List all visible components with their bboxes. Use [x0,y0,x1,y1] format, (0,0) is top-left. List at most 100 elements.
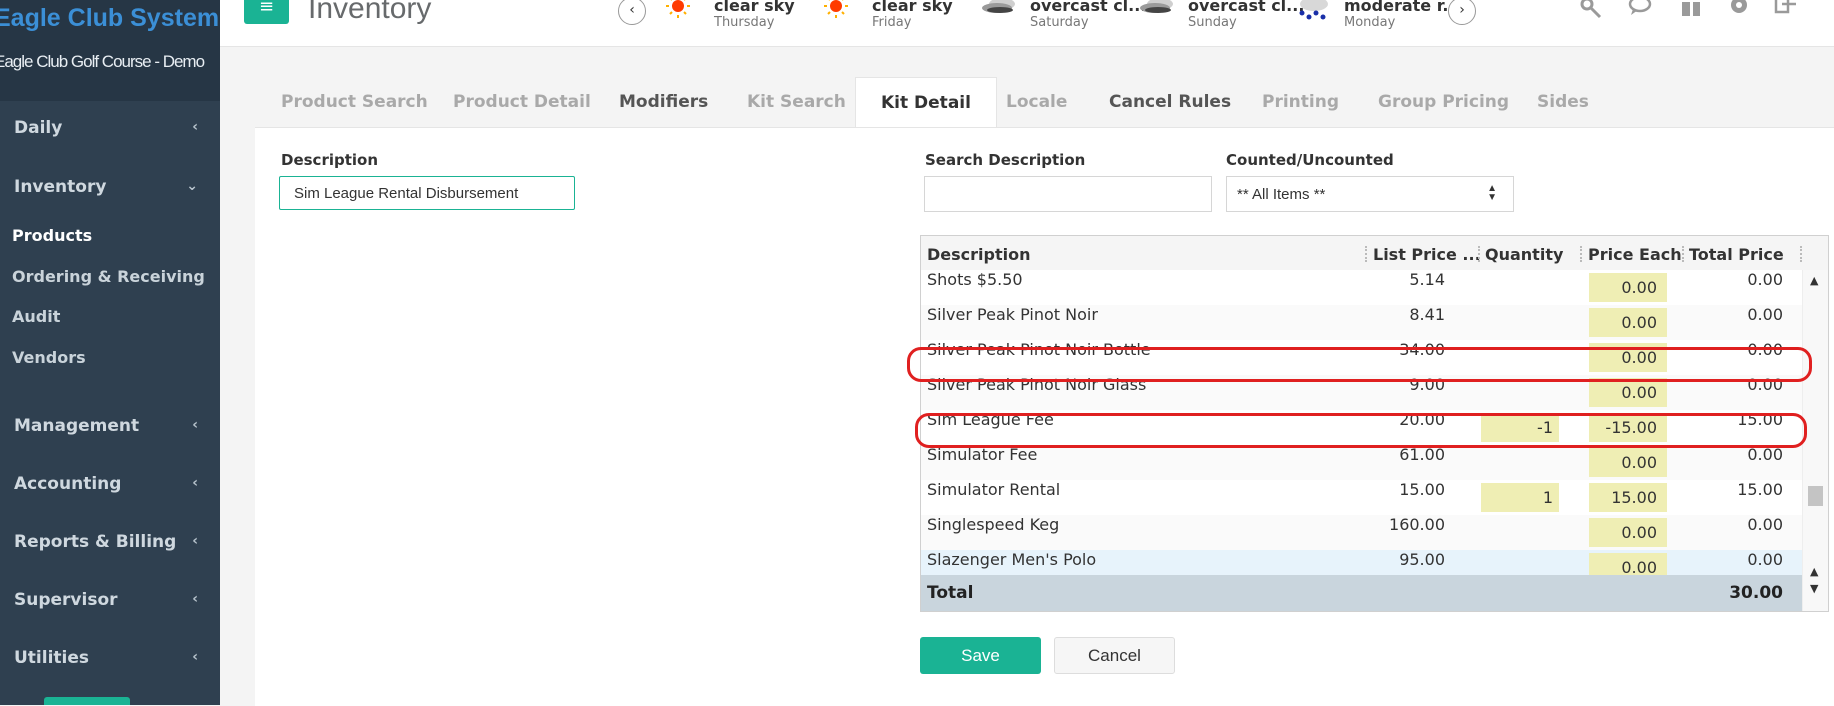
weather-condition: clear sky [714,0,795,15]
sidebar-subitem-audit[interactable]: Audit [12,307,60,326]
club-name: Eagle Club Golf Course - Demo [0,52,205,71]
chevron-left-icon: ‹ [192,475,198,491]
select-arrows-icon: ▲ ▼ [1487,183,1497,203]
counted-uncounted-select[interactable]: ** All Items ** ▲ ▼ [1226,176,1514,212]
column-header-description[interactable]: Description [927,245,1030,264]
cancel-button[interactable]: Cancel [1054,637,1175,674]
weather-prev-button[interactable]: ‹ [618,0,646,25]
sun-icon [824,0,848,18]
cell-quantity[interactable]: 1 [1481,483,1559,512]
weather-day-name: Saturday [1030,15,1089,30]
cell-total-price: 0.00 [1747,270,1783,289]
tab-cancel-rules[interactable]: Cancel Rules [1109,77,1231,128]
sidebar-subitem-ordering-receiving[interactable]: Ordering & Receiving [12,267,205,286]
gear-icon[interactable] [1726,0,1752,22]
column-separator[interactable] [1800,246,1804,262]
chevron-left-icon: ‹ [192,119,198,135]
sidebar-item-daily[interactable]: Daily ‹ [0,110,220,150]
sidebar-item-label: Utilities [14,648,90,668]
column-header-quantity[interactable]: Quantity [1485,245,1563,264]
sidebar-subitem-products[interactable]: Products [12,226,92,245]
sidebar-item-supervisor[interactable]: Supervisor ‹ [0,582,220,622]
sidebar-subitem-vendors[interactable]: Vendors [12,348,86,367]
tab-kit-search[interactable]: Kit Search [747,77,846,128]
sidebar-item-label: Accounting [14,474,122,494]
column-header-total-price[interactable]: Total Price [1689,245,1784,264]
cell-price-each[interactable]: 0.00 [1589,343,1667,372]
gift-icon[interactable] [1678,0,1704,22]
cell-description: Silver Peak Pinot Noir Glass [927,375,1147,394]
cloud-icon [982,0,1015,13]
tab-printing[interactable]: Printing [1262,77,1339,128]
sidebar-action-button[interactable] [44,697,130,705]
save-button[interactable]: Save [920,637,1041,674]
tab-product-search[interactable]: Product Search [281,77,428,128]
scroll-up-icon[interactable]: ▲ [1810,274,1818,287]
key-icon[interactable] [1578,0,1604,22]
table-row[interactable]: Silver Peak Pinot Noir Bottle 34.00 0.00… [921,340,1802,376]
scroll-up-icon[interactable]: ▲ [1810,565,1818,578]
cell-description: Simulator Rental [927,480,1061,499]
scrollbar-thumb[interactable] [1808,486,1823,506]
weather-condition: overcast cl... [1188,0,1305,15]
table-row[interactable]: Simulator Fee 61.00 0.00 0.00 [921,445,1802,481]
cell-quantity[interactable]: -1 [1481,413,1559,442]
table-row[interactable]: Simulator Rental 15.00 1 15.00 15.00 [921,480,1802,516]
cloud-icon [1140,0,1173,13]
sidebar-item-accounting[interactable]: Accounting ‹ [0,466,220,506]
column-header-list-price[interactable]: List Price ... [1373,245,1481,264]
sidebar-item-management[interactable]: Management ‹ [0,408,220,448]
chat-icon[interactable] [1628,0,1654,22]
column-separator[interactable] [1478,246,1482,262]
cell-list-price: 34.00 [1399,340,1445,359]
cell-price-each[interactable]: 0.00 [1589,448,1667,477]
cell-price-each[interactable]: 0.00 [1589,518,1667,547]
weather-condition: overcast cl... [1030,0,1147,15]
chevron-left-icon: ‹ [192,533,198,549]
logout-icon[interactable] [1772,0,1798,22]
sidebar-item-reports-billing[interactable]: Reports & Billing ‹ [0,524,220,564]
table-row[interactable]: Shots $5.50 5.14 0.00 0.00 [921,270,1802,306]
kit-items-grid: Description List Price ... Quantity Pric… [920,235,1829,612]
weather-next-button[interactable]: › [1448,0,1476,25]
table-row[interactable]: Silver Peak Pinot Noir Glass 9.00 0.00 0… [921,375,1802,411]
cell-total-price: 15.00 [1737,410,1783,429]
table-row[interactable]: Singlespeed Keg 160.00 0.00 0.00 [921,515,1802,551]
search-description-input[interactable] [924,176,1212,212]
cell-list-price: 5.14 [1409,270,1445,289]
counted-uncounted-label: Counted/Uncounted [1226,151,1394,169]
cell-price-each[interactable]: 0.00 [1589,308,1667,337]
total-label: Total [927,583,974,603]
tab-sides[interactable]: Sides [1537,77,1589,128]
tab-locale[interactable]: Locale [1006,77,1067,128]
cell-list-price: 20.00 [1399,410,1445,429]
cell-price-each[interactable]: 0.00 [1589,273,1667,302]
cell-price-each[interactable]: -15.00 [1589,413,1667,442]
tab-product-detail[interactable]: Product Detail [453,77,591,128]
column-separator[interactable] [1365,246,1369,262]
tab-group-pricing[interactable]: Group Pricing [1378,77,1509,128]
column-separator[interactable] [1580,246,1584,262]
cell-list-price: 61.00 [1399,445,1445,464]
table-row[interactable]: Sim League Fee 20.00 -1 -15.00 15.00 [921,410,1802,446]
cell-price-each[interactable]: 0.00 [1589,378,1667,407]
cell-list-price: 15.00 [1399,480,1445,499]
scroll-down-icon[interactable]: ▼ [1810,582,1818,595]
cell-description: Shots $5.50 [927,270,1023,289]
menu-toggle-button[interactable]: ≡ [244,0,289,24]
cell-price-each[interactable]: 15.00 [1589,483,1667,512]
chevron-left-icon: ‹ [192,591,198,607]
sidebar: Eagle Club Systems Eagle Club Golf Cours… [0,0,220,705]
weather-day-name: Monday [1344,15,1396,30]
cell-list-price: 160.00 [1389,515,1445,534]
sidebar-item-inventory[interactable]: Inventory ⌄ [0,169,220,209]
column-separator[interactable] [1682,246,1686,262]
table-row[interactable]: Silver Peak Pinot Noir 8.41 0.00 0.00 [921,305,1802,341]
tab-modifiers[interactable]: Modifiers [619,77,708,128]
sidebar-item-utilities[interactable]: Utilities ‹ [0,640,220,680]
cell-description: Singlespeed Keg [927,515,1060,534]
tab-kit-detail[interactable]: Kit Detail [855,77,997,129]
grid-scrollbar[interactable]: ▲ ▲ ▼ [1802,270,1828,611]
column-header-price-each[interactable]: Price Each [1588,245,1682,264]
description-input[interactable] [279,176,575,210]
